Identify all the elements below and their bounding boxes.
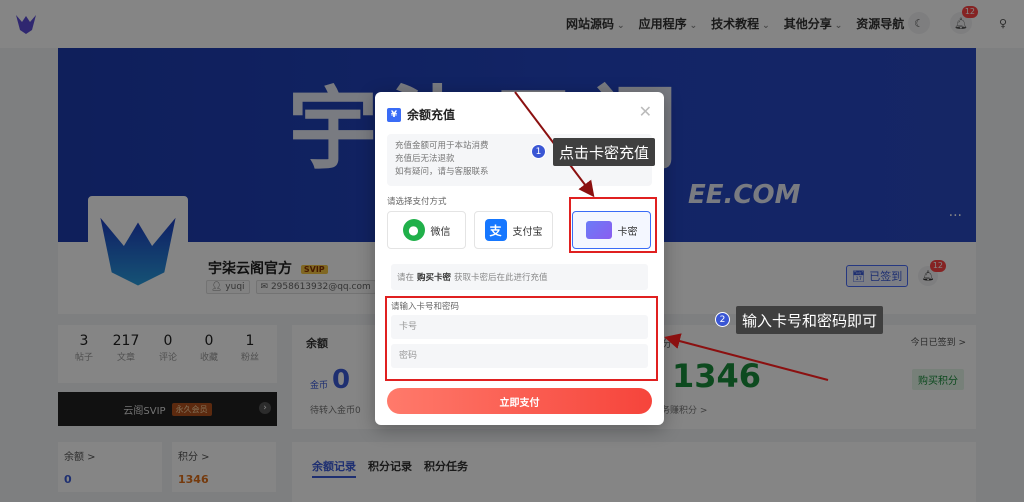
arrow-step2 — [664, 333, 829, 381]
step1-number: 1 — [531, 144, 546, 159]
step2-number: 2 — [715, 312, 730, 327]
step1-callout: 点击卡密充值 — [553, 138, 656, 166]
step2-callout: 输入卡号和密码即可 — [736, 306, 884, 334]
annotation-arrows — [514, 91, 829, 381]
